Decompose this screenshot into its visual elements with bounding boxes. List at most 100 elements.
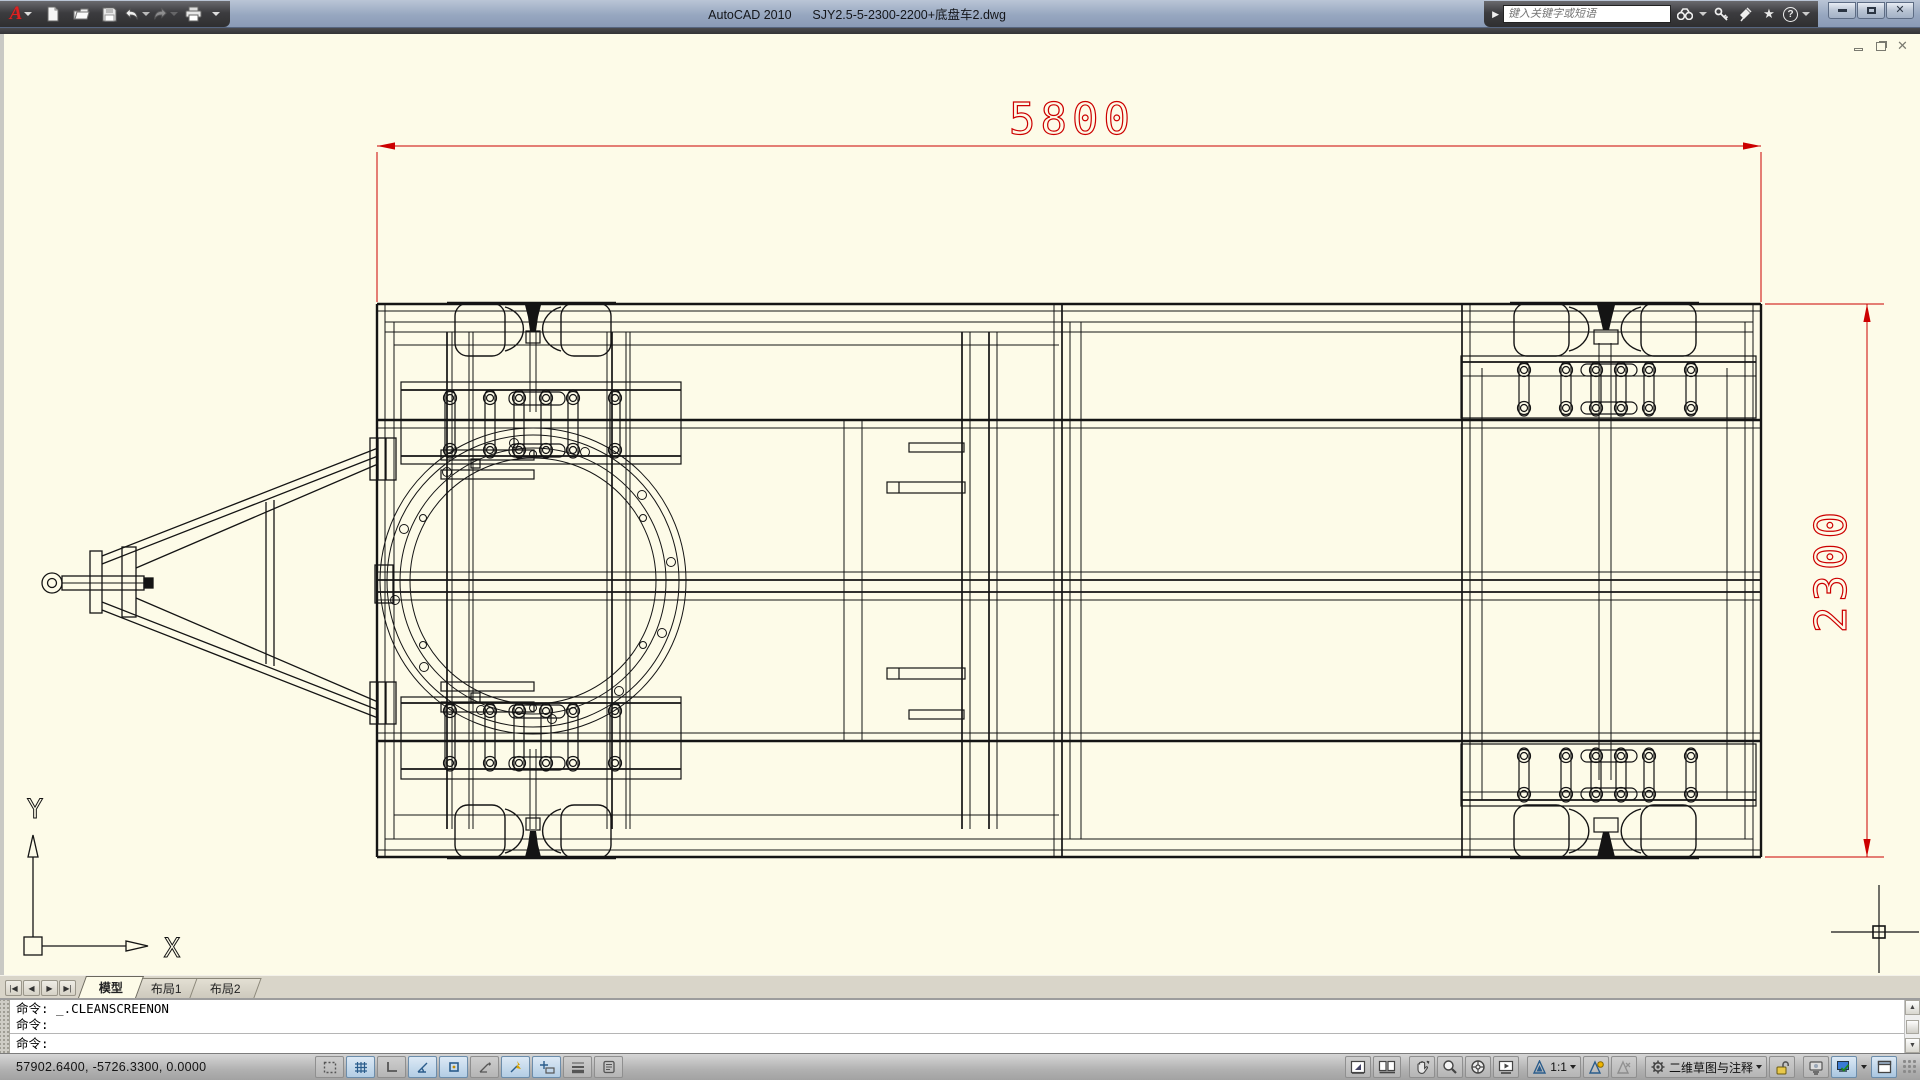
first-tab-button[interactable]: |◀: [5, 980, 22, 996]
help-icon[interactable]: ?: [1783, 6, 1798, 22]
dyn-toggle[interactable]: [532, 1056, 561, 1078]
command-window: 命令: _.CLEANSCREENON 命令: 命令: ▲ ▼: [0, 998, 1920, 1053]
quick-view-layouts-icon: [1379, 1060, 1396, 1074]
trailer-chassis-drawing: 5800 2300 X Y: [23, 93, 1919, 973]
ortho-toggle[interactable]: [377, 1056, 406, 1078]
autocad-logo-icon: A: [9, 3, 23, 24]
scroll-up-icon[interactable]: ▲: [1905, 1000, 1920, 1015]
command-window-grip[interactable]: [0, 1000, 10, 1053]
isolate-objects-button[interactable]: [1803, 1056, 1829, 1078]
steering-wheel-icon: [1471, 1060, 1485, 1074]
redo-button[interactable]: [152, 3, 178, 25]
tab-layout2[interactable]: 布局2: [189, 978, 262, 998]
drawing-canvas[interactable]: ✕ 5800 2300 X Y: [0, 34, 1920, 975]
annotation-scale-button[interactable]: 1:1: [1527, 1056, 1581, 1078]
prev-tab-button[interactable]: ◀: [23, 980, 40, 996]
command-history: 命令: _.CLEANSCREENON 命令: 命令:: [10, 1000, 1904, 1053]
steering-wheel-button[interactable]: [1465, 1056, 1492, 1078]
quick-properties-toggle[interactable]: [594, 1056, 623, 1078]
next-tab-button[interactable]: ▶: [41, 980, 58, 996]
command-scrollbar[interactable]: ▲ ▼: [1904, 1000, 1920, 1053]
tab-model[interactable]: 模型: [77, 976, 145, 998]
dimension-width-text: 2300: [1806, 507, 1857, 633]
ucs-y-label: Y: [27, 794, 43, 825]
auto-annotation-button[interactable]: [1610, 1056, 1637, 1078]
search-input[interactable]: [1503, 5, 1671, 23]
save-button[interactable]: [96, 3, 122, 25]
axle-stubs: [525, 305, 1619, 857]
toolbar-overflow-icon[interactable]: [212, 12, 220, 16]
minimize-button[interactable]: [1828, 2, 1856, 19]
doc-close-icon: ✕: [1897, 38, 1908, 53]
tabs: 模型 布局1 布局2: [77, 975, 262, 998]
workspace-switch-button[interactable]: 二维草图与注释: [1644, 1056, 1767, 1078]
clean-screen-icon: [1877, 1060, 1891, 1074]
quick-properties-icon: [602, 1060, 615, 1074]
drawbar-hitch: [41, 437, 397, 725]
search-options-arrow-icon[interactable]: [1699, 12, 1707, 16]
close-button[interactable]: ✕: [1886, 2, 1914, 19]
command-input-line[interactable]: 命令:: [10, 1034, 1904, 1054]
ucs-x-label: X: [164, 933, 180, 964]
restore-button[interactable]: [1857, 2, 1885, 19]
last-tab-button[interactable]: ▶|: [59, 980, 76, 996]
search-toggle-arrow-icon[interactable]: ▶: [1492, 9, 1499, 20]
doc-restore-button[interactable]: [1873, 39, 1888, 52]
grid-toggle[interactable]: [346, 1056, 375, 1078]
chassis-frame: [62, 301, 1763, 860]
doc-minimize-button[interactable]: [1851, 39, 1866, 52]
show-motion-icon: [1499, 1060, 1514, 1074]
open-button[interactable]: [68, 3, 94, 25]
osnap-toggle[interactable]: [439, 1056, 468, 1078]
resize-grip[interactable]: [1902, 1059, 1918, 1075]
communication-satellite-icon[interactable]: [1735, 4, 1755, 24]
new-file-icon: [47, 6, 59, 22]
favorites-star-icon[interactable]: ★: [1759, 4, 1779, 24]
snap-toggle[interactable]: [315, 1056, 344, 1078]
crosshair-cursor: [1831, 885, 1919, 973]
status-bar: 57902.6400, -5726.3300, 0.0000 1:1 二维草图与…: [0, 1053, 1920, 1080]
lwt-toggle[interactable]: [563, 1056, 592, 1078]
unlock-icon: [1776, 1060, 1789, 1074]
zoom-button[interactable]: [1437, 1056, 1464, 1078]
quick-access-toolbar: A: [0, 1, 230, 27]
infocenter: ▶ ★ ?: [1484, 1, 1818, 27]
workspace-name: 二维草图与注释: [1668, 1060, 1753, 1075]
show-motion-button[interactable]: [1493, 1056, 1520, 1078]
status-menu-arrow-icon[interactable]: [1861, 1065, 1867, 1069]
new-button[interactable]: [40, 3, 66, 25]
dyn-icon: [539, 1061, 555, 1074]
leaf-springs: [400, 355, 1757, 807]
undo-button[interactable]: [124, 3, 150, 25]
workspace-arrow-icon: [1756, 1065, 1762, 1069]
scroll-down-icon[interactable]: ▼: [1905, 1038, 1920, 1053]
polar-toggle[interactable]: [408, 1056, 437, 1078]
redo-dropdown-icon: [170, 12, 178, 16]
plot-button[interactable]: [180, 3, 206, 25]
model-space-button[interactable]: [1345, 1056, 1372, 1078]
scroll-thumb[interactable]: [1906, 1019, 1919, 1034]
ducs-toggle[interactable]: [501, 1056, 530, 1078]
menu-arrow-icon: [24, 12, 33, 16]
performance-button[interactable]: [1831, 1056, 1857, 1078]
dimensions: 5800 2300: [376, 93, 1884, 858]
command-history-line: 命令: _.CLEANSCREENON: [16, 1001, 169, 1016]
model-space-icon: [1351, 1060, 1366, 1074]
save-floppy-icon: [102, 7, 116, 21]
pan-button[interactable]: [1409, 1056, 1436, 1078]
title-bar: A AutoCAD 2010 SJY2.5-5-2300-2200+底盘车2.d…: [0, 0, 1920, 28]
clean-screen-button[interactable]: [1871, 1056, 1897, 1078]
subscription-key-icon[interactable]: [1711, 4, 1731, 24]
tab-navigation: |◀ ◀ ▶ ▶|: [5, 980, 76, 996]
binoculars-search-icon[interactable]: [1675, 4, 1695, 24]
quick-view-layouts-button[interactable]: [1373, 1056, 1402, 1078]
otrack-toggle[interactable]: [470, 1056, 499, 1078]
help-dropdown-icon[interactable]: [1802, 12, 1810, 16]
autocad-logo-button[interactable]: A: [4, 2, 38, 26]
annotation-visibility-button[interactable]: [1582, 1056, 1609, 1078]
toolbar-lock-button[interactable]: [1769, 1056, 1795, 1078]
coordinate-display[interactable]: 57902.6400, -5726.3300, 0.0000: [2, 1060, 314, 1074]
doc-close-button[interactable]: ✕: [1895, 39, 1910, 52]
window-title: AutoCAD 2010 SJY2.5-5-2300-2200+底盘车2.dwg: [708, 8, 1006, 22]
annotation-scale-arrow-icon: [1569, 1065, 1576, 1069]
